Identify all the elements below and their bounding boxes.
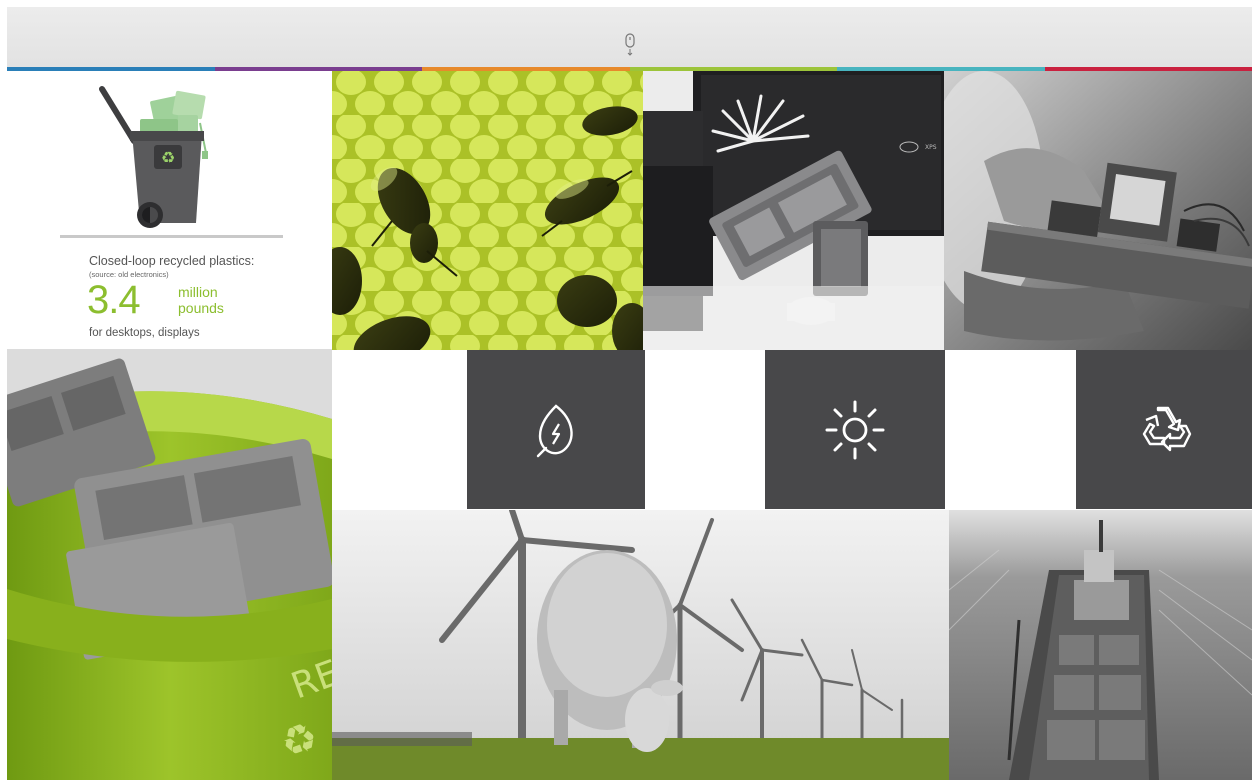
recycle-tile[interactable]	[1076, 350, 1252, 509]
laptop-packaging-photo[interactable]: XPS	[643, 71, 944, 350]
infographic-number: 3.4	[87, 278, 141, 322]
infographic-divider	[60, 235, 283, 238]
infographic-unit: million pounds	[178, 284, 224, 316]
cargo-ship-photo[interactable]	[949, 510, 1252, 780]
infographic-unit-line1: million	[178, 284, 218, 300]
recycling-bin-icon: ♻	[99, 86, 208, 228]
infographic-unit-line2: pounds	[178, 300, 224, 316]
infographic-heading: Closed-loop recycled plastics:	[89, 254, 255, 268]
leaf-energy-icon	[536, 403, 573, 457]
leaf-energy-tile[interactable]	[467, 350, 645, 509]
infographic-caption: for desktops, displays	[89, 327, 200, 339]
bees-honeycomb-photo[interactable]	[332, 71, 643, 350]
sun-icon	[825, 400, 885, 459]
green-recycling-bin-photo[interactable]: RE ♻	[7, 349, 332, 780]
sun-tile[interactable]	[765, 350, 945, 509]
top-header-bar	[7, 7, 1252, 67]
recycled-plastics-infographic[interactable]: ♻ Closed-loop recycled plastics: (source…	[7, 71, 332, 349]
mouse-scroll-icon[interactable]	[624, 33, 635, 57]
laptop-brand-label: XPS	[925, 144, 937, 151]
recycle-icon	[1142, 406, 1192, 451]
svg-text:♻: ♻	[161, 148, 175, 167]
page: ♻ Closed-loop recycled plastics: (source…	[0, 0, 1252, 780]
sheep-wind-turbines-photo[interactable]	[332, 510, 949, 780]
circuit-board-hand-photo[interactable]	[944, 71, 1252, 350]
